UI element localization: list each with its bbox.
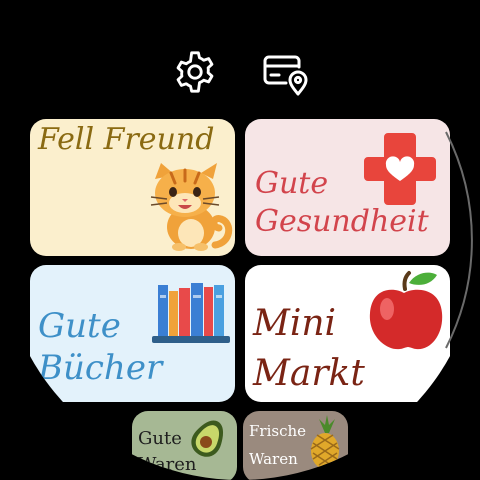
wallet-button[interactable] — [259, 46, 311, 98]
tile-fell-freund[interactable]: Fell Freund — [30, 119, 235, 256]
tile-gute-gesundheit-label-1: Gute — [255, 166, 329, 201]
tile-mini-markt-label-1: Mini — [253, 303, 337, 344]
settings-button[interactable] — [169, 46, 221, 98]
watch-screen: Fell Freund Gute Gesundheit Gute Bücher … — [0, 0, 480, 480]
tile-gute-gesundheit-label-2: Gesundheit — [255, 204, 429, 239]
tile-mini-markt[interactable]: Mini Markt — [245, 265, 450, 402]
tile-fell-freund-label: Fell Freund — [38, 122, 215, 157]
books-icon — [152, 283, 230, 343]
tile-gute-gesundheit[interactable]: Gute Gesundheit — [245, 119, 450, 256]
tile-gute-buecher-label-2: Bücher — [38, 348, 163, 388]
pineapple-icon — [310, 415, 340, 469]
tile-gute-waren[interactable]: Gute Waren — [132, 411, 237, 480]
tile-frische-waren-label-2: Waren — [249, 450, 298, 468]
apple-icon — [369, 271, 443, 350]
tile-frische-waren-label-1: Frische — [249, 422, 307, 440]
tile-gute-waren-label-1: Gute — [138, 428, 182, 449]
tile-mini-markt-label-2: Markt — [253, 353, 365, 394]
tile-gute-buecher[interactable]: Gute Bücher — [30, 265, 235, 402]
medical-cross-heart-icon — [364, 133, 436, 205]
tile-gute-buecher-label-1: Gute — [38, 306, 121, 346]
avocado-icon — [191, 420, 224, 457]
cat-icon — [150, 163, 233, 251]
tile-gute-waren-label-2: Waren — [138, 454, 197, 475]
card-location-icon — [263, 55, 308, 96]
gear-icon — [176, 51, 214, 93]
tile-frische-waren[interactable]: Frische Waren — [243, 411, 348, 480]
